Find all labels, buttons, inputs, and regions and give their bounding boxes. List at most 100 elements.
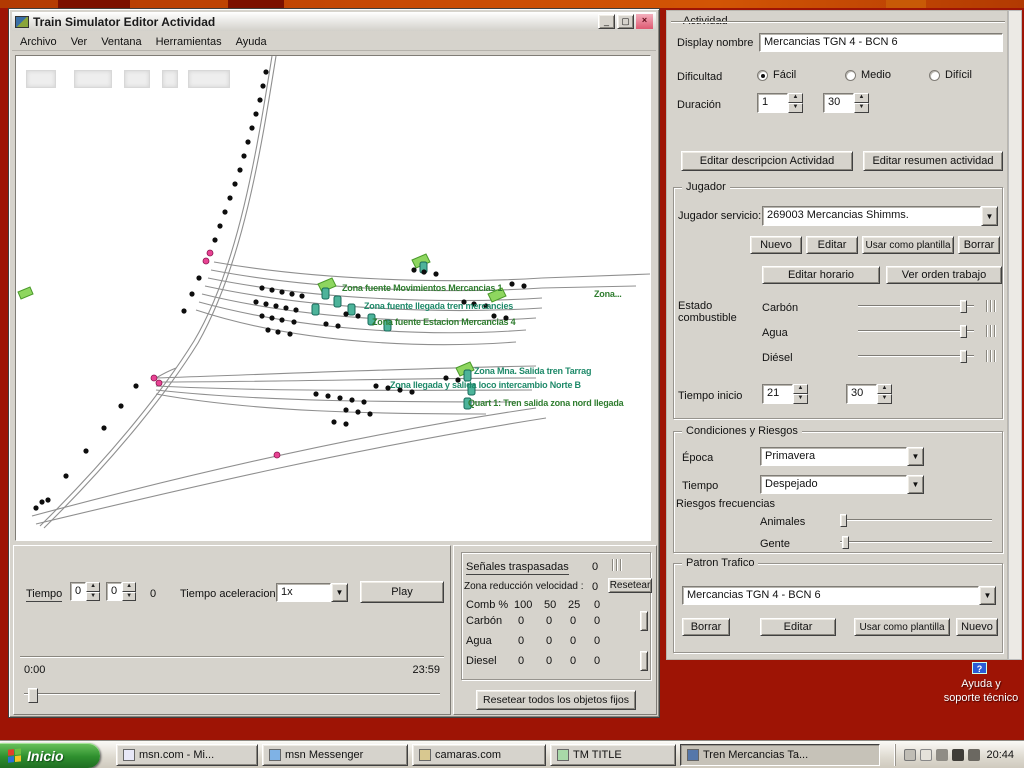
help-icon-label-line1[interactable]: Ayuda y <box>921 678 1024 690</box>
map-zone-label[interactable]: Zona fuente Estacion Mercancias 4 <box>372 317 515 327</box>
duracion-minutes-value[interactable]: 30 <box>823 93 854 113</box>
map-zone-label[interactable]: Zona llegada y salida loco intercambio N… <box>390 380 581 390</box>
taskbar-button-1[interactable]: msn.com - Mi... <box>116 744 258 766</box>
tiempo-inicio-hours-arrows[interactable]: ▲▼ <box>793 384 808 404</box>
tiempo-inicio-minutes-spinner[interactable]: 30 ▲▼ <box>846 384 892 404</box>
radio-facil[interactable]: Fácil <box>757 69 796 81</box>
display-nombre-field[interactable]: Mercancias TGN 4 - BCN 6 <box>759 33 1003 52</box>
help-icon-label-line2[interactable]: soporte técnico <box>921 692 1024 704</box>
patron-plantilla-button[interactable]: Usar como plantilla <box>854 618 950 636</box>
help-desktop-icon[interactable]: ? <box>972 662 987 674</box>
tiempo-inicio-hours-value[interactable]: 21 <box>762 384 793 404</box>
minimize-button[interactable]: _ <box>598 14 615 29</box>
fuel-agua-slider[interactable] <box>858 325 974 338</box>
menu-ver[interactable]: Ver <box>71 36 88 48</box>
jugador-editar-button[interactable]: Editar <box>806 236 858 254</box>
tray-display-icon[interactable] <box>904 749 916 761</box>
fuel-diesel-slider[interactable] <box>858 350 974 363</box>
route-map-viewport[interactable]: Zona fuente Movimientos Mercancias 1 Zon… <box>15 55 651 541</box>
jugador-servicio-dropdown-arrow-icon[interactable]: ▼ <box>981 206 998 226</box>
tray-update-icon[interactable] <box>968 749 980 761</box>
taskbar-button-active[interactable]: Tren Mercancias Ta... <box>680 744 880 766</box>
map-zone-label[interactable]: Zona fuente llegada tren mercancies <box>364 301 513 311</box>
tiempo-inicio-minutes-value[interactable]: 30 <box>846 384 877 404</box>
jugador-borrar-button[interactable]: Borrar <box>958 236 1000 254</box>
tiempo-hours-spinner[interactable]: 0 ▲▼ <box>70 582 100 601</box>
gente-thumb[interactable] <box>842 536 849 549</box>
patron-combobox[interactable]: Mercancias TGN 4 - BCN 6 ▼ <box>682 586 996 605</box>
tiempo-hours-arrows[interactable]: ▲▼ <box>86 582 100 601</box>
window-titlebar[interactable]: Train Simulator Editor Actividad _ ▢ × <box>12 12 656 31</box>
tiempo-minutes-spinner[interactable]: 0 ▲▼ <box>106 582 136 601</box>
tray-volume-icon[interactable] <box>920 749 932 761</box>
patron-editar-button[interactable]: Editar <box>760 618 836 636</box>
editar-descripcion-button[interactable]: Editar descripcion Actividad <box>681 151 853 171</box>
jugador-servicio-combobox[interactable]: 269003 Mercancias Shimms. ▼ <box>762 206 998 226</box>
animales-thumb[interactable] <box>840 514 847 527</box>
menu-ayuda[interactable]: Ayuda <box>236 36 267 48</box>
radio-dot[interactable] <box>929 70 940 81</box>
tiempo-minutes-value[interactable]: 0 <box>106 582 122 601</box>
patron-value[interactable]: Mercancias TGN 4 - BCN 6 <box>682 586 979 605</box>
epoca-value[interactable]: Primavera <box>760 447 907 466</box>
duracion-minutes-spinner[interactable]: 30 ▲▼ <box>823 93 869 113</box>
taskbar-button-3[interactable]: camaras.com <box>412 744 546 766</box>
ver-orden-trabajo-button[interactable]: Ver orden trabajo <box>886 266 1002 284</box>
accel-dropdown-arrow-icon[interactable]: ▼ <box>331 583 348 602</box>
fuel-carbon-slider[interactable] <box>858 300 974 313</box>
map-zone-label[interactable]: Zona Mna. Salida tren Tarrag <box>474 366 591 376</box>
jugador-nuevo-button[interactable]: Nuevo <box>750 236 802 254</box>
duracion-hours-spinner[interactable]: 1 ▲▼ <box>757 93 803 113</box>
animales-slider[interactable] <box>840 514 992 527</box>
jugador-plantilla-button[interactable]: Usar como plantilla <box>862 236 954 254</box>
epoca-dropdown-arrow-icon[interactable]: ▼ <box>907 447 924 466</box>
duracion-hours-arrows[interactable]: ▲▼ <box>788 93 803 113</box>
epoca-combobox[interactable]: Primavera ▼ <box>760 447 924 466</box>
duracion-hours-value[interactable]: 1 <box>757 93 788 113</box>
accel-value[interactable]: 1x <box>276 583 331 602</box>
tiempo-clima-value[interactable]: Despejado <box>760 475 907 494</box>
taskbar-button-4[interactable]: TM TITLE <box>550 744 676 766</box>
tray-network-icon[interactable] <box>936 749 948 761</box>
patron-dropdown-arrow-icon[interactable]: ▼ <box>979 586 996 605</box>
play-button[interactable]: Play <box>360 581 444 603</box>
reset-all-button[interactable]: Resetear todos los objetos fijos <box>476 690 636 710</box>
mini-scroll-thumb[interactable] <box>640 651 648 671</box>
tiempo-inicio-hours-spinner[interactable]: 21 ▲▼ <box>762 384 808 404</box>
radio-medio[interactable]: Medio <box>845 69 891 81</box>
radio-dot[interactable] <box>845 70 856 81</box>
patron-nuevo-button[interactable]: Nuevo <box>956 618 998 636</box>
tiempo-minutes-arrows[interactable]: ▲▼ <box>122 582 136 601</box>
fuel-carbon-thumb[interactable] <box>960 300 967 313</box>
gente-slider[interactable] <box>840 536 992 549</box>
close-button[interactable]: × <box>636 14 653 29</box>
duracion-minutes-arrows[interactable]: ▲▼ <box>854 93 869 113</box>
taskbar-button-2[interactable]: msn Messenger <box>262 744 408 766</box>
fuel-agua-thumb[interactable] <box>960 325 967 338</box>
map-zone-label[interactable]: Zona fuente Movimientos Mercancias 1 <box>342 283 502 293</box>
mini-scroll-thumb[interactable] <box>640 611 648 631</box>
timeline-thumb[interactable] <box>28 688 38 703</box>
radio-dificil[interactable]: Difícil <box>929 69 972 81</box>
timeline-track[interactable] <box>24 693 440 695</box>
tiempo-clima-combobox[interactable]: Despejado ▼ <box>760 475 924 494</box>
accel-combobox[interactable]: 1x ▼ <box>276 583 348 602</box>
radio-dot[interactable] <box>757 70 768 81</box>
timeline-slider[interactable] <box>24 688 440 704</box>
tiempo-clima-dropdown-arrow-icon[interactable]: ▼ <box>907 475 924 494</box>
menu-herramientas[interactable]: Herramientas <box>156 36 222 48</box>
start-button[interactable]: Inicio <box>0 743 100 768</box>
editar-resumen-button[interactable]: Editar resumen actividad <box>863 151 1003 171</box>
tray-antivirus-icon[interactable] <box>952 749 964 761</box>
resetear-button[interactable]: Resetear <box>608 578 652 593</box>
map-zone-label[interactable]: Zona... <box>594 289 622 299</box>
menu-ventana[interactable]: Ventana <box>101 36 141 48</box>
menu-archivo[interactable]: Archivo <box>20 36 57 48</box>
tiempo-inicio-minutes-arrows[interactable]: ▲▼ <box>877 384 892 404</box>
patron-borrar-button[interactable]: Borrar <box>682 618 730 636</box>
jugador-servicio-value[interactable]: 269003 Mercancias Shimms. <box>762 206 981 226</box>
fuel-diesel-thumb[interactable] <box>960 350 967 363</box>
maximize-button[interactable]: ▢ <box>617 14 634 29</box>
map-zone-label[interactable]: Quart 1: Tren salida zona nord llegada <box>468 398 623 408</box>
tiempo-hours-value[interactable]: 0 <box>70 582 86 601</box>
